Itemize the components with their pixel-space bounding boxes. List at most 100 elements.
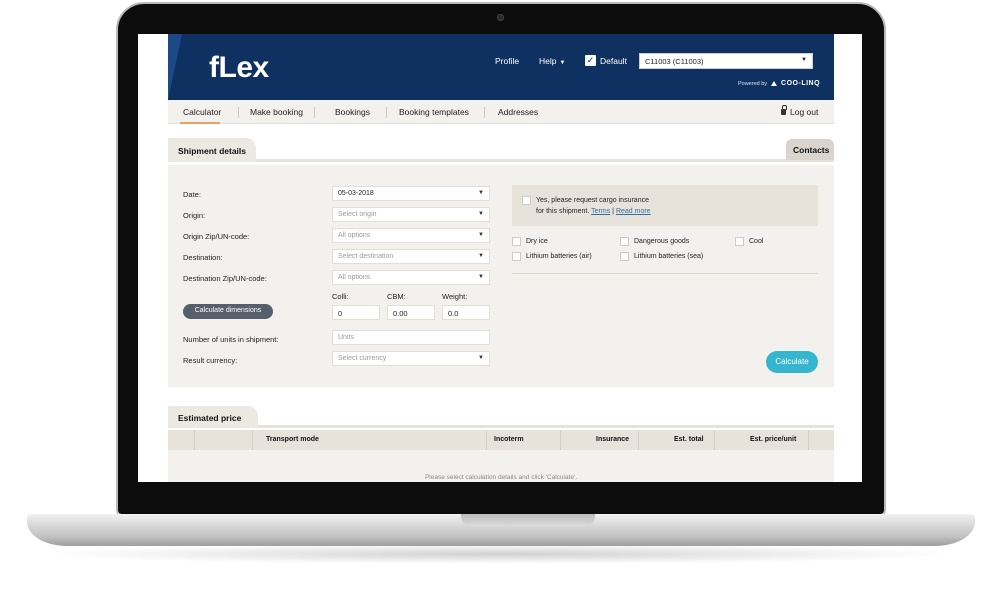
nav-active-indicator <box>180 122 220 124</box>
date-label: Date: <box>183 190 201 199</box>
laptop-base <box>27 514 975 546</box>
help-menu[interactable]: Help ▼ <box>539 56 565 66</box>
column-separator <box>560 430 561 450</box>
currency-label: Result currency: <box>183 356 238 365</box>
nav-bookings[interactable]: Bookings <box>335 107 370 117</box>
default-checkbox[interactable]: ✓ <box>585 55 596 66</box>
lithium-air-checkbox[interactable] <box>512 252 521 261</box>
nav-calculator[interactable]: Calculator <box>183 107 221 117</box>
calculate-dimensions-button[interactable]: Calculate dimensions <box>183 304 273 319</box>
profile-link[interactable]: Profile <box>495 56 519 66</box>
date-value: 05-03-2018 <box>338 190 374 197</box>
tab-contacts[interactable]: Contacts <box>786 139 834 160</box>
insurance-line-1: Yes, please request cargo insurance <box>536 197 649 204</box>
cool-checkbox[interactable] <box>735 237 744 246</box>
insurance-line-2-text: for this shipment. <box>536 208 590 215</box>
lithium-sea-checkbox[interactable] <box>620 252 629 261</box>
column-separator <box>194 430 195 450</box>
column-separator <box>714 430 715 450</box>
powered-brand: COO-LINQ <box>781 80 821 87</box>
flex-logo[interactable]: fLex <box>209 51 269 85</box>
laptop-screen: fLex Profile Help ▼ ✓ Default C11003 (C11… <box>138 34 862 482</box>
col-incoterm[interactable]: Incoterm <box>494 436 524 443</box>
units-label: Number of units in shipment: <box>183 335 279 344</box>
estimate-tab-row: Estimated price <box>168 406 834 428</box>
dry-ice-checkbox[interactable] <box>512 237 521 246</box>
nav-make-booking[interactable]: Make booking <box>250 107 303 117</box>
currency-select[interactable]: Select currency ▼ <box>332 351 490 366</box>
calculate-button[interactable]: Calculate <box>766 351 818 373</box>
insurance-checkbox[interactable] <box>522 196 531 205</box>
date-select[interactable]: 05-03-2018 ▼ <box>332 186 490 201</box>
insurance-text: Yes, please request cargo insurance for … <box>536 195 651 217</box>
caret-down-icon: ▼ <box>478 355 484 361</box>
caret-down-icon: ▼ <box>559 60 566 66</box>
col-est-price-unit[interactable]: Est. price/unit <box>750 436 796 443</box>
column-separator <box>808 430 809 450</box>
insurance-box: Yes, please request cargo insurance for … <box>512 185 818 226</box>
powered-by: Powered by COO-LINQ <box>738 80 820 87</box>
origin-placeholder: Select origin <box>338 211 377 218</box>
origin-zip-label: Origin Zip/UN-code: <box>183 232 250 241</box>
dangerous-goods-checkbox[interactable] <box>620 237 629 246</box>
powered-by-label: Powered by <box>738 80 768 87</box>
weight-input[interactable]: 0.0 <box>442 305 490 320</box>
units-input[interactable]: Units <box>332 330 490 345</box>
destination-zip-label: Destination Zip/UN-code: <box>183 274 267 283</box>
help-label: Help <box>539 56 557 66</box>
nav-booking-templates[interactable]: Booking templates <box>399 107 469 117</box>
shipment-form: Date: 05-03-2018 ▼ Origin: Select origin ▼… <box>168 165 834 387</box>
coolinq-logo-icon <box>771 81 778 86</box>
col-transport-mode[interactable]: Transport mode <box>266 436 319 443</box>
tab-estimated-price[interactable]: Estimated price <box>168 406 258 428</box>
weight-label: Weight: <box>442 292 468 301</box>
colli-input[interactable]: 0 <box>332 305 380 320</box>
estimate-table-body: Please select calculation details and cl… <box>168 450 834 482</box>
lock-icon <box>781 105 787 115</box>
nav-separator <box>484 107 485 118</box>
caret-down-icon: ▼ <box>478 190 484 196</box>
currency-placeholder: Select currency <box>338 355 387 362</box>
caret-down-icon: ▼ <box>478 274 484 280</box>
dry-ice-label: Dry ice <box>526 238 548 245</box>
cbm-input[interactable]: 0.00 <box>387 305 435 320</box>
laptop-shadow <box>40 544 960 564</box>
destination-placeholder: Select destination <box>338 253 394 260</box>
default-label: Default <box>600 56 627 66</box>
origin-zip-placeholder: All options <box>338 232 371 239</box>
dangerous-goods-label: Dangerous goods <box>634 238 690 245</box>
nav-addresses[interactable]: Addresses <box>498 107 538 117</box>
caret-down-icon: ▼ <box>801 57 807 63</box>
origin-select[interactable]: Select origin ▼ <box>332 207 490 222</box>
destination-select[interactable]: Select destination ▼ <box>332 249 490 264</box>
shipment-tab-row: Shipment details Contacts <box>168 138 834 162</box>
colli-label: Colli: <box>332 292 349 301</box>
col-est-total[interactable]: Est. total <box>674 436 704 443</box>
destination-zip-select[interactable]: All options ▼ <box>332 270 490 285</box>
nav-separator <box>386 107 387 118</box>
account-select[interactable]: C11003 (C11003) ▼ <box>639 53 813 69</box>
origin-zip-select[interactable]: All options ▼ <box>332 228 490 243</box>
terms-link[interactable]: Terms <box>591 208 610 215</box>
column-separator <box>252 430 253 450</box>
tab-shipment-details[interactable]: Shipment details <box>168 138 256 162</box>
nav-separator <box>238 107 239 118</box>
caret-down-icon: ▼ <box>478 211 484 217</box>
flex-app: fLex Profile Help ▼ ✓ Default C11003 (C11… <box>168 34 834 482</box>
header-stripe <box>168 34 182 100</box>
insurance-line-2: for this shipment. Terms | Read more <box>536 206 651 217</box>
caret-down-icon: ▼ <box>478 253 484 259</box>
lithium-sea-label: Lithium batteries (sea) <box>634 253 704 260</box>
cool-label: Cool <box>749 238 764 245</box>
logout-label: Log out <box>790 107 819 117</box>
estimate-table-header: Transport mode Incoterm Insurance Est. t… <box>168 430 834 450</box>
column-separator <box>486 430 487 450</box>
column-separator <box>638 430 639 450</box>
col-insurance[interactable]: Insurance <box>596 436 629 443</box>
read-more-link[interactable]: Read more <box>616 208 651 215</box>
nav-separator <box>314 107 315 118</box>
app-header: fLex Profile Help ▼ ✓ Default C11003 (C11… <box>168 34 834 100</box>
origin-label: Origin: <box>183 211 206 220</box>
destination-zip-placeholder: All options <box>338 274 371 281</box>
logout-link[interactable]: Log out <box>781 105 819 117</box>
